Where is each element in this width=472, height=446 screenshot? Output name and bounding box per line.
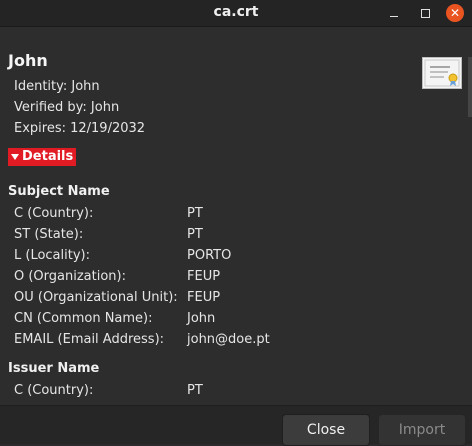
subject-field-label: C (Country): bbox=[14, 206, 94, 221]
subject-field-label: L (Locality): bbox=[14, 248, 90, 263]
details-label: Details bbox=[22, 149, 74, 164]
identity-text: Identity: John bbox=[14, 79, 100, 94]
expander-arrow-icon bbox=[11, 154, 19, 160]
subject-field-label: OU (Organizational Unit): bbox=[14, 290, 178, 305]
certificate-name: John bbox=[8, 51, 48, 70]
import-button[interactable]: Import bbox=[378, 414, 466, 446]
certificate-content[interactable]: John Identity: John Verified by: John Ex… bbox=[0, 27, 472, 405]
subject-name-heading: Subject Name bbox=[8, 184, 110, 199]
action-bar: Close Import bbox=[0, 405, 472, 446]
title-bar: ca.crt ✕ bbox=[0, 0, 472, 27]
expires-text: Expires: 12/19/2032 bbox=[14, 121, 146, 136]
subject-field-value: PT bbox=[187, 206, 203, 221]
subject-field-value: FEUP bbox=[187, 290, 221, 305]
subject-field-label: ST (State): bbox=[14, 227, 84, 242]
subject-field-label: EMAIL (Email Address): bbox=[14, 332, 165, 347]
issuer-field-value: PT bbox=[187, 383, 203, 398]
issuer-name-heading: Issuer Name bbox=[8, 361, 100, 376]
issuer-field-label: C (Country): bbox=[14, 383, 94, 398]
minimize-icon[interactable] bbox=[384, 3, 404, 23]
close-button[interactable]: Close bbox=[282, 414, 370, 446]
subject-field-value: john@doe.pt bbox=[187, 332, 270, 347]
subject-field-label: O (Organization): bbox=[14, 269, 126, 284]
subject-field-value: PORTO bbox=[187, 248, 232, 263]
certificate-icon bbox=[422, 57, 462, 89]
subject-field-value: John bbox=[187, 311, 216, 326]
details-expander[interactable]: Details bbox=[8, 148, 77, 166]
subject-field-value: FEUP bbox=[187, 269, 221, 284]
subject-field-value: PT bbox=[187, 227, 203, 242]
scrollbar[interactable] bbox=[468, 57, 472, 117]
close-window-icon[interactable]: ✕ bbox=[446, 4, 464, 22]
subject-field-label: CN (Common Name): bbox=[14, 311, 153, 326]
certificate-viewer-window: ca.crt ✕ John Identity: John Verified by… bbox=[0, 0, 472, 446]
verified-by-text: Verified by: John bbox=[14, 100, 120, 115]
maximize-icon[interactable] bbox=[415, 3, 435, 23]
